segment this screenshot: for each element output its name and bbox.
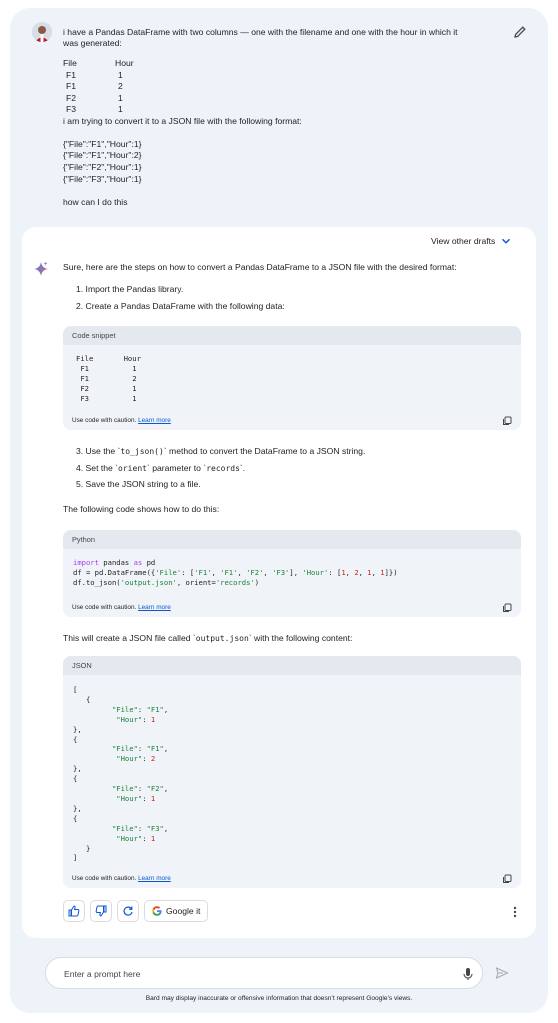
- google-it-button[interactable]: Google it: [144, 900, 209, 922]
- will-create-text-part: This will create a JSON file called `: [63, 633, 196, 643]
- user-table-header-file: File: [63, 58, 77, 68]
- google-g-icon: [152, 906, 162, 916]
- chevron-down-icon: [502, 238, 511, 244]
- user-table-header-hour: Hour: [115, 58, 134, 68]
- learn-more-link[interactable]: Learn more: [138, 604, 171, 611]
- code-content: [ { "File": "F1", "Hour": 1 }, { "File":…: [73, 685, 169, 863]
- user-convert-text: i am trying to convert it to a JSON file…: [63, 115, 302, 126]
- user-intro: i have a Pandas DataFrame with two colum…: [63, 27, 460, 48]
- step-2: 2. Create a Pandas DataFrame with the fo…: [76, 301, 285, 311]
- user-table-cell: F3: [66, 104, 77, 114]
- caution-text: Use code with caution.: [72, 417, 137, 424]
- copy-icon[interactable]: [502, 874, 512, 884]
- user-table-row: F2 1: [63, 93, 463, 105]
- step-4: 4. Set the `orient` parameter to `record…: [76, 463, 245, 474]
- step-3-text: ` method to convert the DataFrame to a J…: [163, 446, 366, 456]
- copy-icon[interactable]: [502, 416, 512, 426]
- user-table-row: F3 1: [63, 104, 463, 116]
- response-intro: Sure, here are the steps on how to conve…: [63, 262, 457, 272]
- inline-code: orient: [118, 464, 147, 473]
- thumbs-up-icon: [68, 905, 80, 917]
- following-text: The following code shows how to do this:: [63, 504, 220, 514]
- step-3: 3. Use the `to_json()` method to convert…: [76, 446, 365, 457]
- regenerate-button[interactable]: [117, 900, 139, 922]
- prompt-input[interactable]: [64, 966, 444, 982]
- code-block-snippet: Code snippet File Hour F1 1 F1 2 F2 1 F3…: [63, 326, 521, 430]
- step-4-text: 4. Set the `: [76, 463, 119, 473]
- code-block-title: JSON: [63, 656, 521, 675]
- inline-code: to_json(): [120, 447, 164, 456]
- code-content: File Hour F1 1 F1 2 F2 1 F3 1: [76, 354, 141, 403]
- user-table-row: F1 1: [63, 70, 463, 82]
- user-table-cell: 1: [118, 69, 123, 80]
- code-content: import pandas as pd df = pd.DataFrame({'…: [73, 558, 398, 587]
- code-block-python: Python import pandas as pd df = pd.DataF…: [63, 530, 521, 617]
- copy-icon[interactable]: [502, 603, 512, 613]
- prompt-bar: [45, 957, 483, 989]
- user-table-cell: 1: [118, 92, 123, 103]
- inline-code: records: [206, 464, 240, 473]
- edit-icon[interactable]: [512, 24, 528, 40]
- step-4-text: `.: [239, 463, 246, 473]
- step-5: 5. Save the JSON string to a file.: [76, 479, 201, 489]
- view-other-drafts-button[interactable]: View other drafts: [431, 236, 511, 246]
- user-table-cell: 2: [118, 81, 123, 91]
- user-json-line: {"File":"F1","Hour":1}: [63, 138, 142, 149]
- code-footer: Use code with caution. Learn more: [63, 599, 521, 617]
- microphone-icon[interactable]: [462, 967, 474, 981]
- send-icon[interactable]: [495, 966, 509, 980]
- bard-sparkle-icon: [33, 261, 49, 277]
- user-table-cell: F1: [66, 81, 77, 91]
- disclaimer: Bard may display inaccurate or offensive…: [145, 995, 413, 1002]
- google-it-label: Google it: [166, 906, 201, 916]
- user-json-lines: {"File":"F1","Hour":1} {"File":"F1","Hou…: [63, 139, 463, 186]
- thumbs-down-icon: [95, 905, 107, 917]
- learn-more-link[interactable]: Learn more: [138, 875, 171, 882]
- thumbs-down-button[interactable]: [90, 900, 112, 922]
- more-vert-icon[interactable]: [511, 905, 519, 919]
- user-avatar: [32, 22, 52, 42]
- caution-text: Use code with caution.: [72, 604, 137, 611]
- user-json-line: {"File":"F1","Hour":2}: [63, 150, 142, 161]
- user-table-row: F1 2: [63, 81, 463, 93]
- user-table: File Hour F1 1 F1 2 F2 1 F3 1: [63, 58, 463, 116]
- user-json-line: {"File":"F3","Hour":1}: [63, 173, 142, 184]
- will-create-text: This will create a JSON file called `out…: [63, 633, 352, 644]
- step-4-text: ` parameter to `: [146, 463, 207, 473]
- user-question: how can I do this: [63, 196, 128, 207]
- user-json-line: {"File":"F2","Hour":1}: [63, 162, 142, 173]
- user-table-cell: 1: [118, 104, 123, 114]
- user-table-cell: F1: [66, 69, 77, 80]
- learn-more-link[interactable]: Learn more: [138, 417, 171, 424]
- code-block-title: Code snippet: [63, 326, 521, 345]
- caution-text: Use code with caution.: [72, 875, 137, 882]
- will-create-text-part: ` with the following content:: [248, 633, 353, 643]
- code-footer: Use code with caution. Learn more: [63, 870, 521, 888]
- refresh-icon: [123, 906, 133, 916]
- thumbs-up-button[interactable]: [63, 900, 85, 922]
- step-1: 1. Import the Pandas library.: [76, 284, 184, 294]
- view-other-drafts-label: View other drafts: [431, 236, 496, 246]
- user-table-header: File Hour: [63, 58, 463, 70]
- step-3-text: 3. Use the `: [76, 446, 121, 456]
- code-block-title: Python: [63, 530, 521, 549]
- code-footer: Use code with caution. Learn more: [63, 412, 521, 430]
- code-block-json: JSON [ { "File": "F1", "Hour": 1 }, { "F…: [63, 656, 521, 888]
- user-message: i have a Pandas DataFrame with two colum…: [63, 27, 463, 208]
- user-table-cell: F2: [66, 92, 77, 103]
- response-actions: Google it: [63, 900, 209, 922]
- inline-code: output.json: [195, 634, 249, 643]
